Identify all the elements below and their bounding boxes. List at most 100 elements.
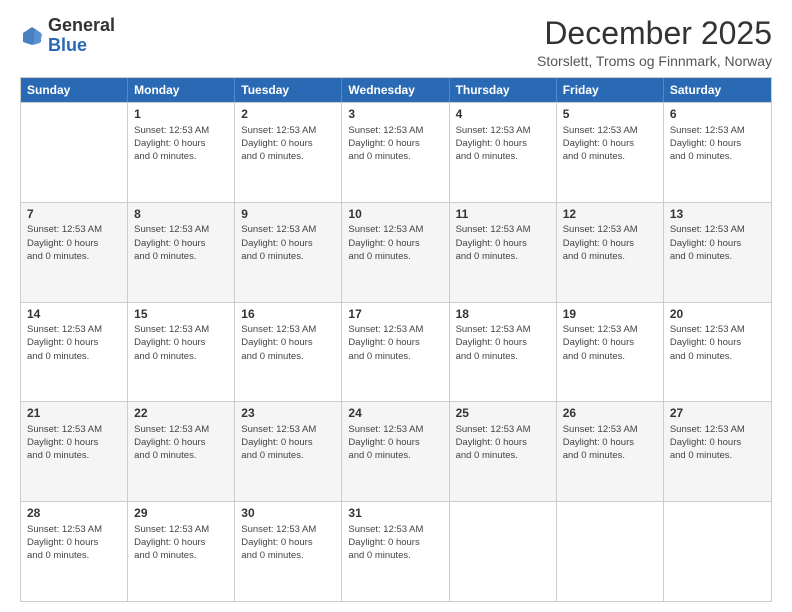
calendar-cell: 6 Sunset: 12:53 AMDaylight: 0 hoursand 0 … — [664, 103, 771, 202]
calendar-cell: 20 Sunset: 12:53 AMDaylight: 0 hoursand 0… — [664, 303, 771, 402]
day-number: 7 — [27, 207, 121, 221]
day-number: 4 — [456, 107, 550, 121]
day-info: Sunset: 12:53 AMDaylight: 0 hoursand 0 m… — [456, 124, 550, 164]
day-number: 30 — [241, 506, 335, 520]
calendar-cell: 17 Sunset: 12:53 AMDaylight: 0 hoursand 0… — [342, 303, 449, 402]
day-number: 16 — [241, 307, 335, 321]
calendar-cell: 19 Sunset: 12:53 AMDaylight: 0 hoursand 0… — [557, 303, 664, 402]
calendar-week-1: 1Sunset: 12:53 AMDaylight: 0 hoursand 0 … — [21, 102, 771, 202]
day-info: Sunset: 12:53 AMDaylight: 0 hoursand 0 m… — [134, 523, 228, 563]
day-number: 24 — [348, 406, 442, 420]
calendar-header-row: Sunday Monday Tuesday Wednesday Thursday… — [21, 78, 771, 102]
day-number: 29 — [134, 506, 228, 520]
day-number: 25 — [456, 406, 550, 420]
header-saturday: Saturday — [664, 78, 771, 102]
day-number: 14 — [27, 307, 121, 321]
day-number: 3 — [348, 107, 442, 121]
day-info: Sunset: 12:53 AMDaylight: 0 hoursand 0 m… — [670, 423, 765, 463]
calendar-cell: 29 Sunset: 12:53 AMDaylight: 0 hoursand 0… — [128, 502, 235, 601]
calendar-cell: 3 Sunset: 12:53 AMDaylight: 0 hoursand 0 … — [342, 103, 449, 202]
calendar-cell: 24 Sunset: 12:53 AMDaylight: 0 hoursand 0… — [342, 402, 449, 501]
day-number: 26 — [563, 406, 657, 420]
calendar-week-3: 14 Sunset: 12:53 AMDaylight: 0 hoursand 0… — [21, 302, 771, 402]
calendar-cell: 2 Sunset: 12:53 AMDaylight: 0 hoursand 0 … — [235, 103, 342, 202]
day-number: 21 — [27, 406, 121, 420]
calendar-cell: 12 Sunset: 12:53 AMDaylight: 0 hoursand 0… — [557, 203, 664, 302]
calendar-cell: 30 Sunset: 12:53 AMDaylight: 0 hoursand 0… — [235, 502, 342, 601]
calendar: Sunday Monday Tuesday Wednesday Thursday… — [20, 77, 772, 602]
month-year: December 2025 — [537, 16, 772, 51]
title-block: December 2025 Storslett, Troms og Finnma… — [537, 16, 772, 69]
header-thursday: Thursday — [450, 78, 557, 102]
day-number: 27 — [670, 406, 765, 420]
logo-general: General — [48, 15, 115, 35]
day-number: 15 — [134, 307, 228, 321]
day-number: 18 — [456, 307, 550, 321]
day-info: Sunset: 12:53 AMDaylight: 0 hoursand 0 m… — [241, 523, 335, 563]
day-info: Sunset: 12:53 AMDaylight: 0 hoursand 0 m… — [348, 223, 442, 263]
day-info: Sunset: 12:53 AMDaylight: 0 hoursand 0 m… — [241, 423, 335, 463]
calendar-body: 1Sunset: 12:53 AMDaylight: 0 hoursand 0 … — [21, 102, 771, 601]
calendar-cell — [450, 502, 557, 601]
header-tuesday: Tuesday — [235, 78, 342, 102]
day-number: 8 — [134, 207, 228, 221]
day-number: 23 — [241, 406, 335, 420]
calendar-cell: 13Sunset: 12:53 AMDaylight: 0 hoursand 0… — [664, 203, 771, 302]
day-number: 6 — [670, 107, 765, 121]
header-friday: Friday — [557, 78, 664, 102]
day-info: Sunset: 12:53 AMDaylight: 0 hoursand 0 m… — [27, 223, 121, 263]
day-info: Sunset: 12:53 AMDaylight: 0 hoursand 0 m… — [27, 523, 121, 563]
day-info: Sunset: 12:53 AMDaylight: 0 hoursand 0 m… — [348, 124, 442, 164]
calendar-cell: 4 Sunset: 12:53 AMDaylight: 0 hoursand 0 … — [450, 103, 557, 202]
calendar-cell: 31Sunset: 12:53 AMDaylight: 0 hoursand 0… — [342, 502, 449, 601]
calendar-week-2: 7 Sunset: 12:53 AMDaylight: 0 hoursand 0 … — [21, 202, 771, 302]
calendar-cell: 15Sunset: 12:53 AMDaylight: 0 hoursand 0… — [128, 303, 235, 402]
calendar-cell: 10 Sunset: 12:53 AMDaylight: 0 hoursand 0… — [342, 203, 449, 302]
calendar-cell: 23 Sunset: 12:53 AMDaylight: 0 hoursand 0… — [235, 402, 342, 501]
day-info: Sunset: 12:53 AMDaylight: 0 hoursand 0 m… — [456, 223, 550, 263]
day-number: 13 — [670, 207, 765, 221]
day-number: 5 — [563, 107, 657, 121]
day-number: 10 — [348, 207, 442, 221]
header-wednesday: Wednesday — [342, 78, 449, 102]
day-number: 20 — [670, 307, 765, 321]
day-info: Sunset: 12:53 AMDaylight: 0 hoursand 0 m… — [134, 124, 228, 164]
day-number: 22 — [134, 406, 228, 420]
day-number: 17 — [348, 307, 442, 321]
calendar-week-4: 21 Sunset: 12:53 AMDaylight: 0 hoursand 0… — [21, 401, 771, 501]
day-info: Sunset: 12:53 AMDaylight: 0 hoursand 0 m… — [670, 323, 765, 363]
day-info: Sunset: 12:53 AMDaylight: 0 hoursand 0 m… — [241, 323, 335, 363]
day-info: Sunset: 12:53 AMDaylight: 0 hoursand 0 m… — [563, 223, 657, 263]
day-info: Sunset: 12:53 AMDaylight: 0 hoursand 0 m… — [348, 423, 442, 463]
calendar-cell: 28 Sunset: 12:53 AMDaylight: 0 hoursand 0… — [21, 502, 128, 601]
day-number: 19 — [563, 307, 657, 321]
calendar-cell: 14Sunset: 12:53 AMDaylight: 0 hoursand 0… — [21, 303, 128, 402]
day-number: 28 — [27, 506, 121, 520]
day-info: Sunset: 12:53 AMDaylight: 0 hoursand 0 m… — [563, 323, 657, 363]
day-info: Sunset: 12:53 AMDaylight: 0 hoursand 0 m… — [670, 124, 765, 164]
calendar-cell: 26 Sunset: 12:53 AMDaylight: 0 hoursand 0… — [557, 402, 664, 501]
calendar-week-5: 28 Sunset: 12:53 AMDaylight: 0 hoursand 0… — [21, 501, 771, 601]
calendar-cell: 16 Sunset: 12:53 AMDaylight: 0 hoursand 0… — [235, 303, 342, 402]
calendar-cell: 25 Sunset: 12:53 AMDaylight: 0 hoursand 0… — [450, 402, 557, 501]
calendar-cell: 5 Sunset: 12:53 AMDaylight: 0 hoursand 0 … — [557, 103, 664, 202]
calendar-cell: 9Sunset: 12:53 AMDaylight: 0 hoursand 0 … — [235, 203, 342, 302]
calendar-cell: 18 Sunset: 12:53 AMDaylight: 0 hoursand 0… — [450, 303, 557, 402]
day-number: 12 — [563, 207, 657, 221]
location: Storslett, Troms og Finnmark, Norway — [537, 53, 772, 69]
day-info: Sunset: 12:53 AMDaylight: 0 hoursand 0 m… — [456, 423, 550, 463]
day-number: 31 — [348, 506, 442, 520]
logo-icon — [20, 24, 44, 48]
logo: General Blue — [20, 16, 115, 56]
day-info: Sunset: 12:53 AMDaylight: 0 hoursand 0 m… — [456, 323, 550, 363]
day-number: 11 — [456, 207, 550, 221]
calendar-cell: 7 Sunset: 12:53 AMDaylight: 0 hoursand 0 … — [21, 203, 128, 302]
day-info: Sunset: 12:53 AMDaylight: 0 hoursand 0 m… — [241, 124, 335, 164]
day-number: 2 — [241, 107, 335, 121]
header: General Blue December 2025 Storslett, Tr… — [20, 16, 772, 69]
day-info: Sunset: 12:53 AMDaylight: 0 hoursand 0 m… — [348, 323, 442, 363]
calendar-cell: 27 Sunset: 12:53 AMDaylight: 0 hoursand 0… — [664, 402, 771, 501]
day-info: Sunset: 12:53 AMDaylight: 0 hoursand 0 m… — [563, 423, 657, 463]
calendar-cell: 1Sunset: 12:53 AMDaylight: 0 hoursand 0 … — [128, 103, 235, 202]
day-info: Sunset: 12:53 AMDaylight: 0 hoursand 0 m… — [563, 124, 657, 164]
